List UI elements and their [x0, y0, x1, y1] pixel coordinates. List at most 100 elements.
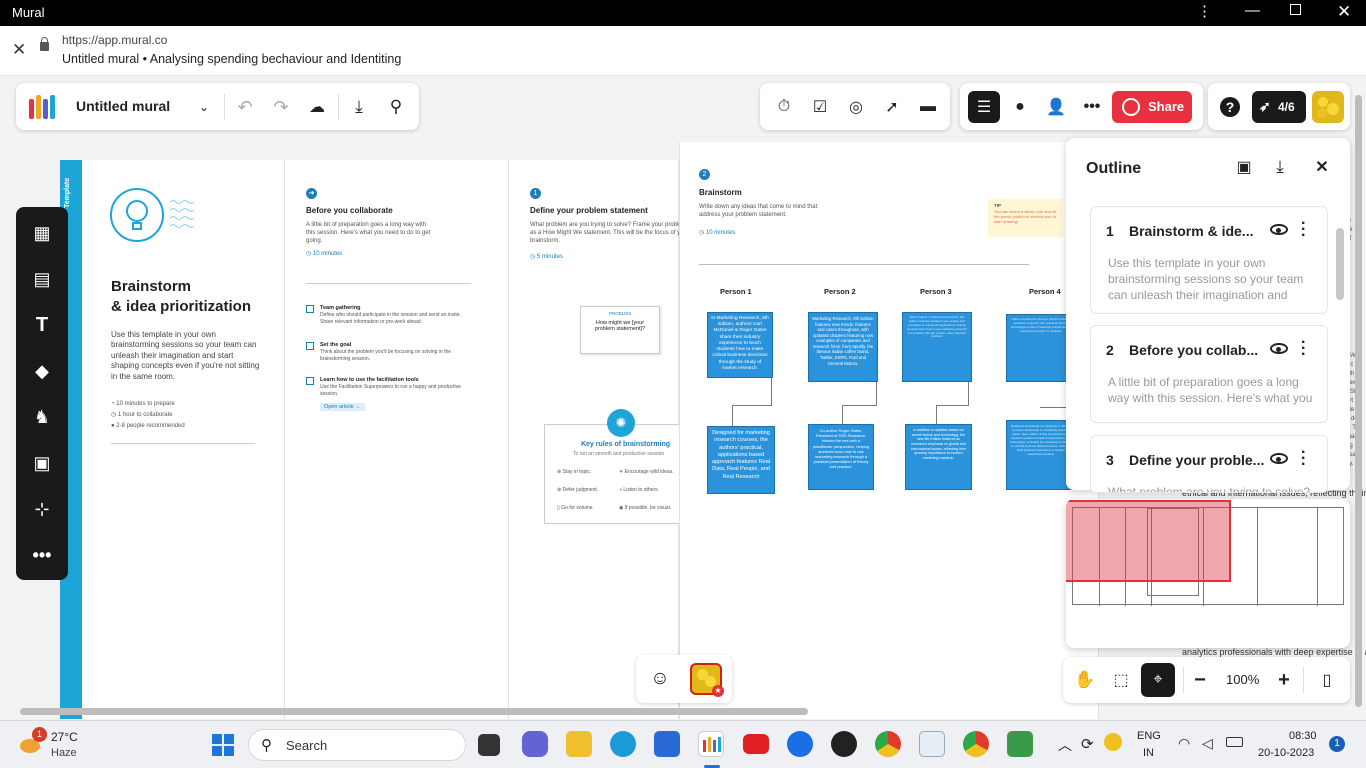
more-icon[interactable]: ⋮	[1197, 2, 1212, 20]
outline-item[interactable]: 3 Define your proble... · · · What problem…	[1090, 435, 1328, 493]
minimap-toggle-icon[interactable]: ⌖	[1141, 663, 1175, 697]
mural-logo-icon[interactable]	[29, 95, 61, 119]
help-icon[interactable]: ?	[1218, 95, 1242, 119]
volume-icon[interactable]: ◁	[1202, 735, 1213, 752]
eye-icon[interactable]	[1270, 224, 1288, 235]
user-icon[interactable]: 👤	[1044, 95, 1068, 119]
chrome-icon[interactable]	[963, 731, 989, 757]
snipping-tool-icon[interactable]	[919, 731, 945, 757]
teams-icon[interactable]	[522, 731, 548, 757]
lang-primary[interactable]: ENG	[1137, 730, 1161, 742]
notification-badge[interactable]: 1	[1329, 736, 1345, 752]
search-input[interactable]: ⚲ Search	[248, 729, 466, 761]
comment-icon[interactable]: ●	[1008, 95, 1032, 119]
mural-canvas[interactable]: Template Brainstorm & idea prioritizatio…	[0, 77, 1366, 719]
close-window-icon[interactable]: ✕	[1337, 2, 1351, 22]
app-tray-icon[interactable]	[1104, 733, 1122, 751]
voting-icon[interactable]: ☑	[808, 95, 832, 119]
clock-time[interactable]: 08:30	[1289, 730, 1317, 742]
edge-icon[interactable]	[610, 731, 636, 757]
download-icon[interactable]: ⤓	[1268, 155, 1292, 179]
presentation-icon[interactable]: ▣	[1232, 155, 1256, 179]
problem-card[interactable]: PROBLEM How might we [your problem state…	[580, 306, 660, 354]
search-icon[interactable]: ⚲	[384, 95, 408, 119]
minimap-viewport[interactable]	[1066, 500, 1231, 582]
share-button[interactable]: Share	[1112, 91, 1192, 123]
templates-icon[interactable]: ▦	[28, 219, 56, 247]
private-mode-icon[interactable]: ◎	[844, 95, 868, 119]
sticky-note[interactable]: Marketing Research, 9th Edition features…	[808, 312, 878, 382]
sticky-note[interactable]: Each chapter in Marketing Research, 9th …	[902, 312, 972, 382]
fit-screen-icon[interactable]: ▯	[1315, 667, 1339, 693]
before-time: ◷ 10 minutes	[306, 251, 343, 257]
avatar-badge[interactable]: ★	[690, 663, 724, 697]
battery-icon[interactable]	[1226, 737, 1243, 747]
mural-name[interactable]: Untitled mural	[76, 98, 170, 114]
wifi-icon[interactable]: ◠	[1178, 735, 1190, 752]
app-icon[interactable]	[1007, 731, 1033, 757]
sticky-note[interactable]: Designed for marketing research courses,…	[707, 426, 775, 494]
eye-icon[interactable]	[1270, 343, 1288, 354]
outline-item[interactable]: 2 Before you collab... · · · A little bit …	[1090, 325, 1328, 423]
sticky-note[interactable]: Co-author Roger Gates, President of DSS …	[808, 424, 874, 490]
vertical-scrollbar[interactable]	[1355, 95, 1362, 707]
outline-scrollbar[interactable]	[1336, 228, 1344, 300]
diagram-icon[interactable]: ⊹	[28, 495, 56, 523]
weather-widget[interactable]: 1	[14, 727, 47, 759]
shapes-icon[interactable]: ◆	[28, 357, 56, 385]
youtube-icon[interactable]	[743, 734, 769, 754]
more-icon[interactable]: · · ·	[1301, 335, 1307, 363]
llama-icon[interactable]: ♞	[28, 403, 56, 431]
maximize-icon[interactable]	[1290, 4, 1301, 15]
zoom-in-icon[interactable]: +	[1273, 667, 1295, 693]
more-icon[interactable]: · · ·	[1301, 445, 1307, 473]
more-icon[interactable]: •••	[1080, 95, 1104, 119]
avatar[interactable]	[1312, 91, 1344, 123]
horizontal-scrollbar[interactable]	[20, 708, 808, 715]
eye-icon[interactable]	[1270, 453, 1288, 464]
text-icon[interactable]: T	[28, 311, 56, 339]
more-icon[interactable]: · · ·	[1301, 216, 1307, 244]
download-icon[interactable]: ⤓	[347, 95, 371, 119]
close-icon[interactable]: ✕	[12, 40, 26, 60]
timer-icon[interactable]: ⏱	[772, 95, 796, 119]
hand-icon[interactable]: ✋	[1071, 667, 1099, 693]
sync-icon[interactable]: ⟳	[1081, 735, 1094, 753]
more-tools-icon[interactable]: •••	[28, 541, 56, 569]
facebook-icon[interactable]	[787, 731, 813, 757]
sticky-note[interactable]: In Marketing Research, 9th Edition, auth…	[707, 312, 773, 378]
outline-item[interactable]: 1 Brainstorm & ide... · · · Use this templ…	[1090, 206, 1328, 314]
undo-icon[interactable]: ↶	[234, 95, 256, 119]
url-text[interactable]: https://app.mural.co	[62, 33, 167, 47]
clock-date[interactable]: 20-10-2023	[1258, 747, 1314, 759]
outline-icon[interactable]: ☰	[968, 91, 1000, 123]
summon-icon[interactable]: ➚	[880, 95, 904, 119]
sticky-note[interactable]: In addition to updates based on recent t…	[905, 424, 972, 490]
mural-app-icon[interactable]	[698, 731, 724, 757]
zoom-level[interactable]: 100%	[1226, 672, 1259, 687]
image-icon[interactable]: ▣	[28, 449, 56, 477]
chrome-profile-icon[interactable]	[875, 731, 901, 757]
cloud-saved-icon[interactable]: ☁	[306, 95, 328, 119]
chevron-down-icon[interactable]: ⌄	[194, 95, 214, 119]
emoji-icon[interactable]: ☺	[648, 667, 672, 691]
store-icon[interactable]	[654, 731, 680, 757]
minimap[interactable]	[1066, 499, 1350, 648]
task-view-icon[interactable]	[478, 734, 500, 756]
onboarding-progress-button[interactable]: ➶ 4/6	[1252, 91, 1306, 123]
define-time: ◷ 5 minutes	[530, 254, 563, 260]
select-icon[interactable]: ⬚	[1107, 667, 1135, 693]
windows-start-icon[interactable]	[212, 734, 234, 756]
close-icon[interactable]: ✕	[1310, 155, 1334, 179]
zoom-out-icon[interactable]: −	[1189, 667, 1211, 693]
open-article-link[interactable]: Open article →	[320, 403, 365, 411]
chevron-up-icon[interactable]: ︿	[1058, 735, 1072, 755]
minimize-icon[interactable]: —	[1245, 2, 1260, 19]
github-icon[interactable]	[831, 731, 857, 757]
lang-secondary[interactable]: IN	[1143, 747, 1154, 759]
redo-icon[interactable]: ↷	[270, 95, 292, 119]
sticky-note-icon[interactable]: ▤	[28, 265, 56, 293]
tip-note[interactable]: TIP You can select a sticky note and hit…	[988, 199, 1063, 237]
toolbox-icon[interactable]: ▬	[916, 95, 940, 119]
file-explorer-icon[interactable]	[566, 731, 592, 757]
